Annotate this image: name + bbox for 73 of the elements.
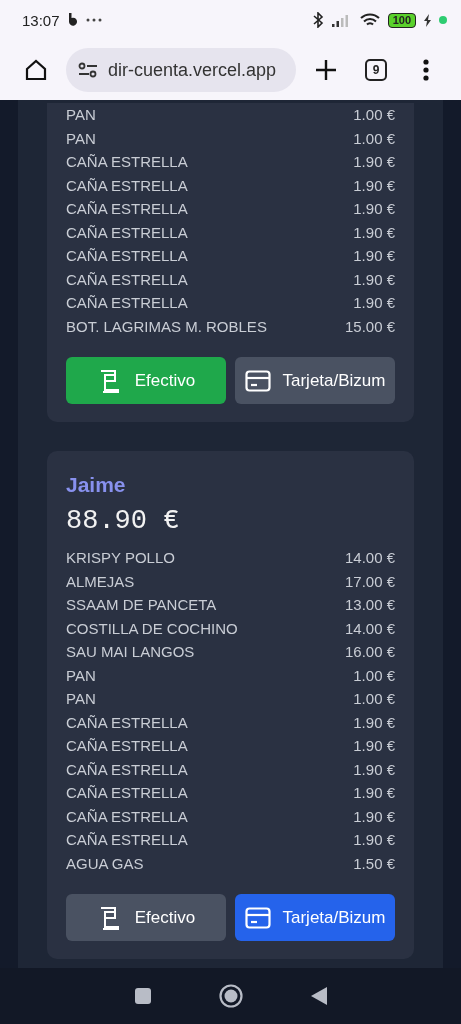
item-price: 1.90 €: [353, 807, 395, 825]
credit-card-icon: [244, 369, 271, 392]
item-price: 1.90 €: [353, 176, 395, 194]
item-price: 1.90 €: [353, 270, 395, 288]
item-name: BOT. LAGRIMAS M. ROBLES: [66, 317, 267, 335]
url-text: dir-cuenta.vercel.app: [108, 59, 277, 81]
credit-card-icon: [244, 906, 271, 929]
bluetooth-icon: [311, 12, 324, 28]
item-name: CAÑA ESTRELLA: [66, 784, 188, 802]
item-name: CAÑA ESTRELLA: [66, 807, 188, 825]
person-name: Jaime: [66, 472, 127, 498]
menu-button[interactable]: [423, 59, 429, 81]
item-name: CAÑA ESTRELLA: [66, 270, 188, 288]
item-name: ALMEJAS: [66, 572, 135, 590]
item-price: 16.00 €: [344, 643, 395, 661]
new-tab-button[interactable]: [315, 59, 337, 81]
item-name: CAÑA ESTRELLA: [66, 223, 188, 241]
more-notifications-icon: [85, 18, 102, 22]
item-name: COSTILLA DE COCHINO: [66, 619, 238, 637]
item-name: SSAAM DE PANCETA: [66, 596, 217, 614]
indicator-dot-icon: [439, 16, 447, 24]
item-name: PAN: [66, 690, 96, 708]
item-price: 1.90 €: [353, 760, 395, 778]
item-price: 1.90 €: [353, 713, 395, 731]
battery-level: 100: [387, 12, 416, 28]
card-button[interactable]: Tarjeta/Bizum: [235, 357, 395, 404]
item-price: 1.00 €: [353, 129, 395, 147]
item-name: PAN: [66, 129, 96, 147]
item-name: CAÑA ESTRELLA: [66, 294, 188, 312]
item-name: CAÑA ESTRELLA: [66, 760, 188, 778]
clock-time: 13:07: [22, 11, 60, 29]
recents-button[interactable]: [133, 987, 152, 1005]
item-price: 1.00 €: [353, 106, 395, 124]
item-price: 1.90 €: [353, 737, 395, 755]
item-price: 15.00 €: [344, 317, 395, 335]
item-price: 17.00 €: [344, 572, 395, 590]
item-price: 1.90 €: [353, 831, 395, 849]
item-name: CAÑA ESTRELLA: [66, 176, 188, 194]
address-bar[interactable]: dir-cuenta.vercel.app: [66, 48, 296, 92]
item-price: 1.90 €: [353, 153, 395, 171]
app-notification-icon: [67, 13, 78, 27]
item-price: 1.90 €: [353, 247, 395, 265]
item-price: 1.00 €: [353, 690, 395, 708]
item-price: 14.00 €: [344, 619, 395, 637]
item-name: CAÑA ESTRELLA: [66, 153, 188, 171]
item-price: 1.90 €: [353, 223, 395, 241]
item-name: PAN: [66, 666, 96, 684]
item-name: KRISPY POLLO: [66, 549, 175, 567]
item-name: CAÑA ESTRELLA: [66, 831, 188, 849]
item-price: 1.90 €: [353, 294, 395, 312]
item-name: CAÑA ESTRELLA: [66, 737, 188, 755]
item-price: 1.90 €: [353, 200, 395, 218]
item-name: AGUA GAS: [66, 854, 144, 872]
item-name: CAÑA ESTRELLA: [66, 200, 188, 218]
item-price: 14.00 €: [344, 549, 395, 567]
cash-button[interactable]: Efectivo: [66, 894, 226, 941]
item-name: CAÑA ESTRELLA: [66, 713, 188, 731]
item-price: 13.00 €: [344, 596, 395, 614]
home-nav-button[interactable]: [218, 984, 243, 1008]
charging-icon: [424, 13, 431, 27]
item-price: 1.00 €: [353, 666, 395, 684]
item-name: SAU MAI LANGOS: [66, 643, 195, 661]
wifi-icon: [359, 12, 380, 28]
item-price: 1.90 €: [353, 784, 395, 802]
card-button[interactable]: Tarjeta/Bizum: [235, 894, 395, 941]
item-name: CAÑA ESTRELLA: [66, 247, 188, 265]
site-settings-icon: [78, 62, 98, 78]
person-total: 88.90 €: [66, 505, 181, 538]
home-button[interactable]: [24, 58, 48, 82]
item-name: PAN: [66, 106, 96, 124]
tab-switcher-button[interactable]: 9: [365, 59, 387, 81]
back-button[interactable]: [309, 986, 328, 1006]
item-price: 1.50 €: [353, 854, 395, 872]
